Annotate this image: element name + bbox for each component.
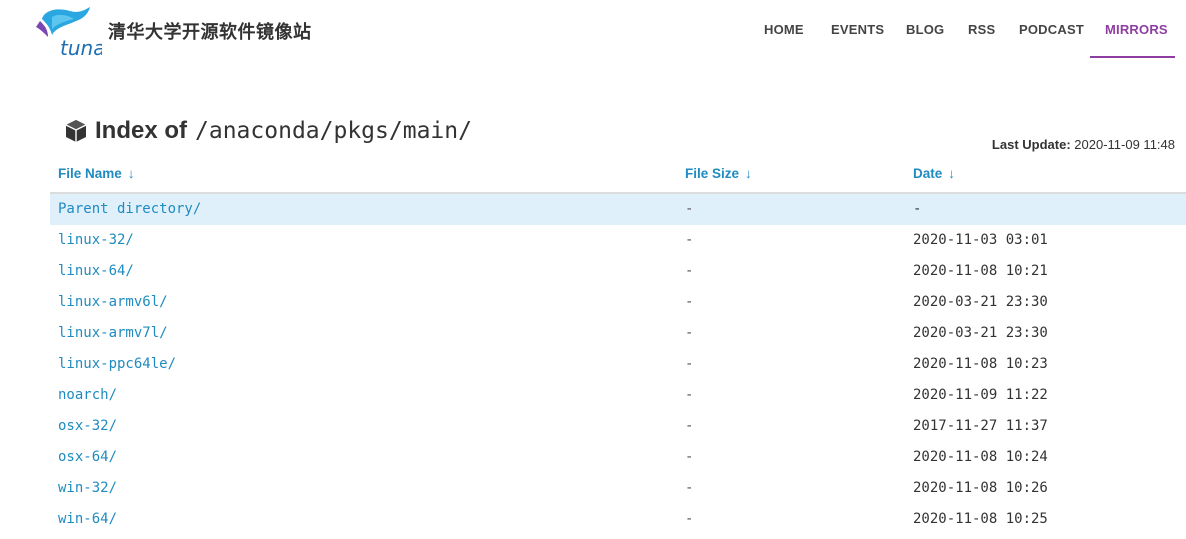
file-date: 2020-03-21 23:30 [913, 325, 1048, 341]
table-row: linux-armv6l/ - 2020-03-21 23:30 [50, 287, 1186, 318]
file-link[interactable]: linux-armv7l/ [58, 325, 168, 341]
nav-home[interactable]: HOME [764, 22, 804, 37]
nav-mirrors[interactable]: MIRRORS [1105, 22, 1168, 37]
file-date: 2017-11-27 11:37 [913, 418, 1048, 434]
file-size: - [685, 201, 694, 217]
last-update-value: 2020-11-09 11:48 [1074, 137, 1175, 152]
file-date: 2020-03-21 23:30 [913, 294, 1048, 310]
file-size: - [685, 263, 694, 279]
column-file-size[interactable]: File Size ↓ [685, 166, 752, 181]
file-size: - [685, 325, 694, 341]
file-size: - [685, 418, 694, 434]
sort-arrow-icon: ↓ [745, 166, 752, 181]
file-date: - [913, 201, 922, 217]
last-update-label: Last Update: [991, 137, 1071, 152]
file-size: - [685, 232, 694, 248]
table-row: linux-armv7l/ - 2020-03-21 23:30 [50, 318, 1186, 349]
nav-events[interactable]: EVENTS [831, 22, 884, 37]
file-link[interactable]: win-32/ [58, 480, 117, 496]
file-size: - [685, 480, 694, 496]
file-link[interactable]: osx-32/ [58, 418, 117, 434]
last-update: Last Update: 2020-11-09 11:48 [992, 137, 1175, 152]
heading-path: /anaconda/pkgs/main/ [195, 118, 472, 144]
column-file-name[interactable]: File Name ↓ [58, 166, 135, 181]
file-link[interactable]: win-64/ [58, 511, 117, 527]
file-size: - [685, 449, 694, 465]
file-size: - [685, 356, 694, 372]
table-row: linux-64/ - 2020-11-08 10:21 [50, 256, 1186, 287]
file-date: 2020-11-08 10:21 [913, 263, 1048, 279]
heading-prefix: Index of [95, 117, 188, 144]
sort-arrow-icon: ↓ [948, 166, 956, 181]
nav-rss[interactable]: RSS [968, 22, 995, 37]
file-link[interactable]: linux-ppc64le/ [58, 356, 176, 372]
file-link[interactable]: Parent directory/ [58, 201, 201, 217]
column-file-size-label: File Size [685, 166, 740, 181]
file-size: - [685, 294, 694, 310]
column-file-name-label: File Name [58, 166, 122, 181]
nav-podcast[interactable]: PODCAST [1019, 22, 1084, 37]
table-row: osx-32/ - 2017-11-27 11:37 [50, 411, 1186, 442]
column-date[interactable]: Date ↓ [913, 166, 955, 181]
nav-blog[interactable]: BLOG [906, 22, 944, 37]
package-icon [65, 120, 87, 142]
table-row: linux-32/ - 2020-11-03 03:01 [50, 225, 1186, 256]
column-date-label: Date [913, 166, 943, 181]
table-row: win-64/ - 2020-11-08 10:25 [50, 504, 1186, 535]
table-row: win-32/ - 2020-11-08 10:26 [50, 473, 1186, 504]
file-date: 2020-11-08 10:26 [913, 480, 1048, 496]
file-date: 2020-11-03 03:01 [913, 232, 1048, 248]
file-link[interactable]: linux-32/ [58, 232, 134, 248]
nav-active-indicator [1090, 56, 1175, 58]
file-link[interactable]: linux-armv6l/ [58, 294, 168, 310]
file-table: Parent directory/ - - linux-32/ - 2020-1… [50, 194, 1186, 535]
page-title: Index of /anaconda/pkgs/main/ [64, 117, 472, 145]
table-header: File Name ↓ File Size ↓ Date ↓ [50, 160, 1186, 194]
table-row: Parent directory/ - - [50, 194, 1186, 225]
table-row: linux-ppc64le/ - 2020-11-08 10:23 [50, 349, 1186, 380]
sort-arrow-icon: ↓ [127, 166, 135, 181]
file-date: 2020-11-08 10:24 [913, 449, 1048, 465]
main-nav: HOME EVENTS BLOG RSS PODCAST MIRRORS [0, 0, 1186, 60]
file-link[interactable]: osx-64/ [58, 449, 117, 465]
table-row: noarch/ - 2020-11-09 11:22 [50, 380, 1186, 411]
file-size: - [685, 511, 694, 527]
file-link[interactable]: linux-64/ [58, 263, 134, 279]
file-date: 2020-11-08 10:25 [913, 511, 1048, 527]
file-date: 2020-11-08 10:23 [913, 356, 1048, 372]
file-date: 2020-11-09 11:22 [913, 387, 1048, 403]
table-row: osx-64/ - 2020-11-08 10:24 [50, 442, 1186, 473]
file-size: - [685, 387, 694, 403]
file-link[interactable]: noarch/ [58, 387, 117, 403]
